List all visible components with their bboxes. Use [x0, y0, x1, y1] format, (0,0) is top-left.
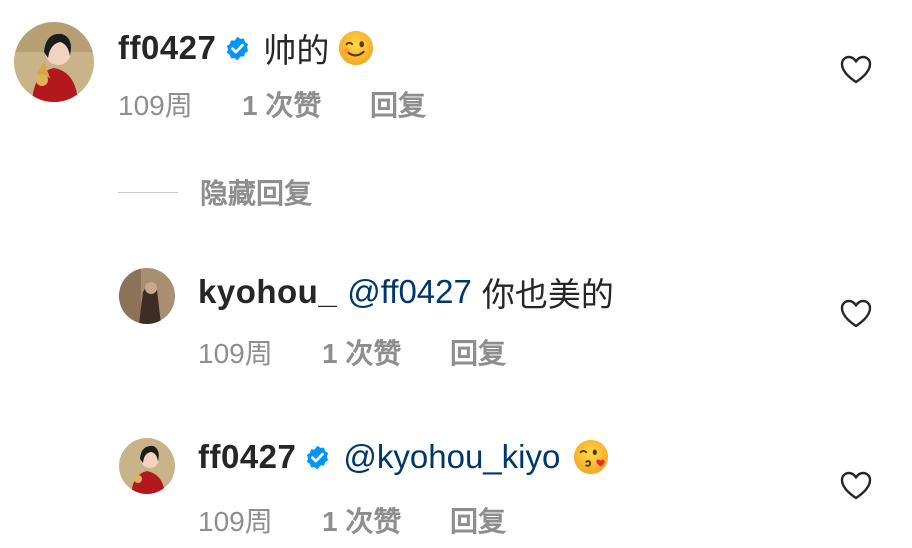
username[interactable]: ff0427	[118, 29, 216, 67]
hide-replies-label[interactable]: 隐藏回复	[200, 172, 312, 212]
comment-timestamp: 109周	[118, 90, 193, 121]
comment-text: 你也美的	[481, 276, 614, 313]
face-blowing-kiss-icon	[574, 439, 609, 475]
verified-badge-icon	[227, 36, 249, 60]
reply-button[interactable]: 回复	[450, 500, 506, 540]
comment-timestamp: 109周	[198, 506, 273, 537]
avatar[interactable]	[119, 438, 175, 494]
heart-icon[interactable]	[840, 471, 872, 501]
comment-timestamp: 109周	[198, 338, 273, 369]
avatar[interactable]	[14, 22, 94, 102]
reply-button[interactable]: 回复	[450, 332, 506, 372]
username[interactable]: ff0427	[198, 438, 296, 476]
winking-face-icon	[339, 30, 374, 66]
comment-text: 帅的	[263, 32, 330, 69]
likes-count[interactable]: 1 次赞	[322, 500, 450, 540]
mention-link[interactable]: @ff0427	[347, 273, 472, 311]
divider	[118, 191, 178, 193]
heart-icon[interactable]	[840, 55, 872, 85]
username[interactable]: kyohou_	[198, 273, 337, 311]
reply-button[interactable]: 回复	[370, 84, 426, 124]
mention-link[interactable]: @kyohou_kiyo	[343, 438, 560, 476]
likes-count[interactable]: 1 次赞	[242, 84, 370, 124]
verified-badge-icon	[307, 445, 329, 469]
likes-count[interactable]: 1 次赞	[322, 332, 450, 372]
hide-replies-toggle[interactable]: 隐藏回复	[118, 172, 312, 212]
heart-icon[interactable]	[840, 299, 872, 329]
avatar[interactable]	[119, 268, 175, 324]
